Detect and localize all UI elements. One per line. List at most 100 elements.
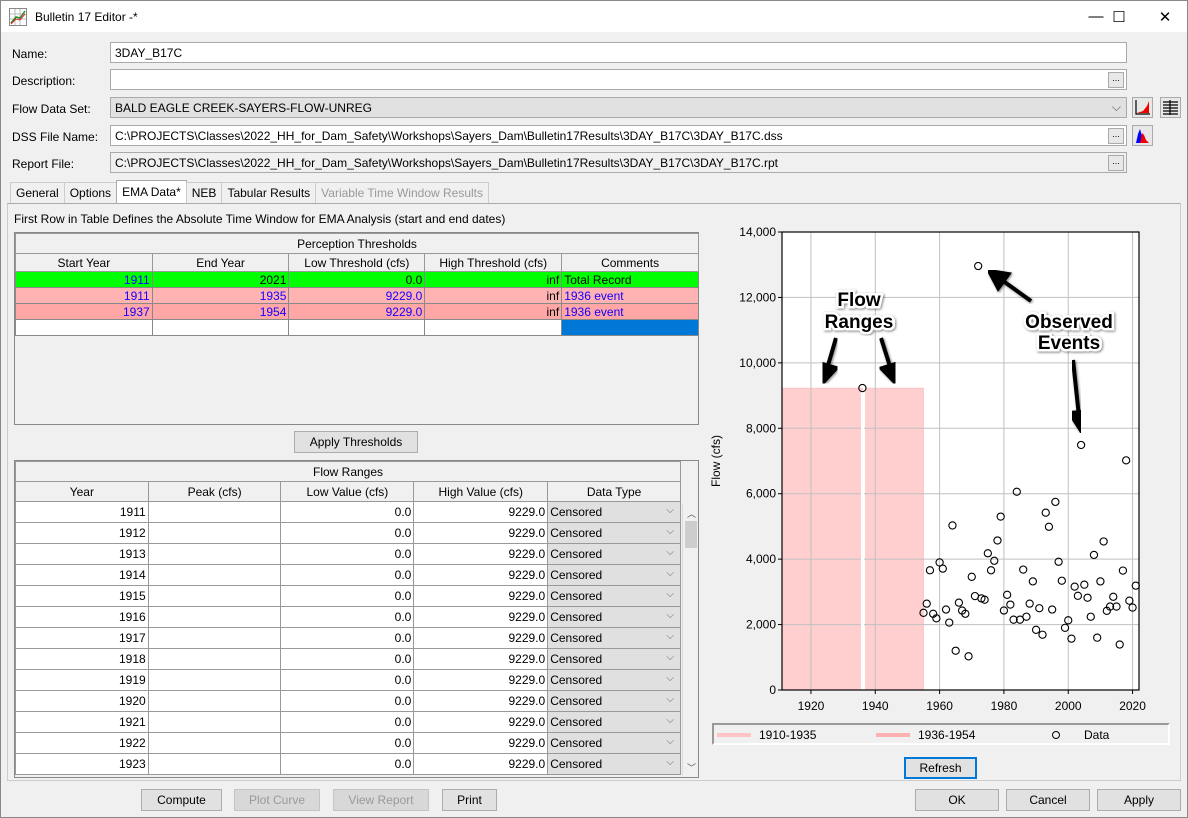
dss-plot-button[interactable] bbox=[1132, 125, 1153, 146]
high-value-cell[interactable]: 9229.0 bbox=[413, 585, 549, 607]
high-value-cell[interactable]: 9229.0 bbox=[413, 669, 549, 691]
year-cell[interactable]: 1913 bbox=[15, 543, 149, 565]
tab-options[interactable]: Options bbox=[63, 182, 118, 203]
tab-tabular-results[interactable]: Tabular Results bbox=[221, 182, 317, 203]
column-header[interactable]: Comments bbox=[561, 253, 699, 272]
peak-cell[interactable] bbox=[147, 711, 282, 733]
selected-cell[interactable] bbox=[561, 319, 699, 336]
comment-cell[interactable]: 1936 event bbox=[561, 303, 699, 320]
high-value-cell[interactable]: 9229.0 bbox=[413, 627, 549, 649]
apply-thresholds-button[interactable]: Apply Thresholds bbox=[294, 431, 418, 453]
table-row-empty[interactable] bbox=[15, 319, 699, 336]
high-value-cell[interactable]: 9229.0 bbox=[413, 711, 549, 733]
high-value-cell[interactable]: 9229.0 bbox=[413, 753, 549, 775]
data-type-dropdown[interactable]: Censored ⌵ bbox=[547, 690, 681, 712]
print-button[interactable]: Print bbox=[442, 789, 497, 811]
tab-general[interactable]: General bbox=[10, 182, 65, 203]
peak-cell[interactable] bbox=[147, 606, 282, 628]
data-type-dropdown[interactable]: Censored ⌵ bbox=[547, 627, 681, 649]
table-row[interactable]: 1923 0.0 9229.0 Censored ⌵ bbox=[15, 753, 681, 775]
year-cell[interactable]: 1923 bbox=[15, 753, 149, 775]
low-threshold-cell[interactable]: 9229.0 bbox=[288, 287, 426, 304]
flow-table-scrollbar[interactable]: ︿ ﹀ bbox=[682, 504, 698, 777]
high-value-cell[interactable]: 9229.0 bbox=[413, 522, 549, 544]
table-row[interactable]: 1912 0.0 9229.0 Censored ⌵ bbox=[15, 522, 681, 544]
table-row[interactable]: 1922 0.0 9229.0 Censored ⌵ bbox=[15, 732, 681, 754]
peak-cell[interactable] bbox=[147, 543, 282, 565]
high-value-cell[interactable]: 9229.0 bbox=[413, 648, 549, 670]
peak-cell[interactable] bbox=[147, 669, 282, 691]
low-value-cell[interactable]: 0.0 bbox=[280, 585, 415, 607]
low-value-cell[interactable]: 0.0 bbox=[280, 564, 415, 586]
column-header[interactable]: High Value (cfs) bbox=[413, 481, 549, 502]
low-value-cell[interactable]: 0.0 bbox=[280, 732, 415, 754]
peak-cell[interactable] bbox=[147, 753, 282, 775]
empty-cell[interactable] bbox=[15, 319, 153, 336]
close-button[interactable]: ✕ bbox=[1142, 1, 1188, 32]
table-row[interactable]: 1916 0.0 9229.0 Censored ⌵ bbox=[15, 606, 681, 628]
table-row[interactable]: 1920 0.0 9229.0 Censored ⌵ bbox=[15, 690, 681, 712]
scroll-down-icon[interactable]: ﹀ bbox=[687, 761, 696, 774]
year-cell[interactable]: 1918 bbox=[15, 648, 149, 670]
column-header[interactable]: Year bbox=[15, 481, 149, 502]
description-browse-button[interactable]: ... bbox=[1108, 72, 1124, 88]
table-row[interactable]: 1917 0.0 9229.0 Censored ⌵ bbox=[15, 627, 681, 649]
data-type-dropdown[interactable]: Censored ⌵ bbox=[547, 585, 681, 607]
end-year-cell[interactable]: 2021 bbox=[151, 271, 290, 288]
high-threshold-cell[interactable]: inf bbox=[424, 287, 563, 304]
report-browse-button[interactable]: ... bbox=[1108, 155, 1124, 171]
year-cell[interactable]: 1917 bbox=[15, 627, 149, 649]
low-value-cell[interactable]: 0.0 bbox=[280, 501, 415, 523]
table-row[interactable]: 1937 1954 9229.0 inf 1936 event bbox=[15, 303, 699, 320]
end-year-cell[interactable]: 1954 bbox=[151, 303, 290, 320]
year-cell[interactable]: 1914 bbox=[15, 564, 149, 586]
low-threshold-cell[interactable]: 0.0 bbox=[288, 271, 426, 288]
table-row[interactable]: 1921 0.0 9229.0 Censored ⌵ bbox=[15, 711, 681, 733]
end-year-cell[interactable]: 1935 bbox=[151, 287, 290, 304]
peak-cell[interactable] bbox=[147, 522, 282, 544]
maximize-button[interactable]: ☐ bbox=[1096, 1, 1142, 32]
peak-cell[interactable] bbox=[147, 585, 282, 607]
table-row[interactable]: 1919 0.0 9229.0 Censored ⌵ bbox=[15, 669, 681, 691]
tab-neb[interactable]: NEB bbox=[185, 182, 223, 203]
year-cell[interactable]: 1920 bbox=[15, 690, 149, 712]
column-header[interactable]: High Threshold (cfs) bbox=[424, 253, 563, 272]
column-header[interactable]: Data Type bbox=[547, 481, 681, 502]
peak-cell[interactable] bbox=[147, 732, 282, 754]
scrollbar-thumb[interactable] bbox=[685, 521, 697, 548]
column-header[interactable]: Low Value (cfs) bbox=[280, 481, 415, 502]
low-value-cell[interactable]: 0.0 bbox=[280, 543, 415, 565]
scroll-up-icon[interactable]: ︿ bbox=[687, 507, 696, 520]
refresh-button[interactable]: Refresh bbox=[904, 757, 977, 779]
apply-button[interactable]: Apply bbox=[1097, 789, 1181, 811]
column-header[interactable]: End Year bbox=[151, 253, 290, 272]
high-value-cell[interactable]: 9229.0 bbox=[413, 564, 549, 586]
data-type-dropdown[interactable]: Censored ⌵ bbox=[547, 669, 681, 691]
high-value-cell[interactable]: 9229.0 bbox=[413, 690, 549, 712]
table-row[interactable]: 1911 0.0 9229.0 Censored ⌵ bbox=[15, 501, 681, 523]
table-row[interactable]: 1918 0.0 9229.0 Censored ⌵ bbox=[15, 648, 681, 670]
name-input[interactable]: 3DAY_B17C bbox=[110, 42, 1127, 63]
description-input[interactable] bbox=[110, 69, 1127, 90]
dss-file-input[interactable]: C:\PROJECTS\Classes\2022_HH_for_Dam_Safe… bbox=[110, 125, 1127, 146]
empty-cell[interactable] bbox=[151, 319, 290, 336]
plot-frequency-button[interactable] bbox=[1132, 97, 1153, 118]
column-header[interactable]: Low Threshold (cfs) bbox=[288, 253, 426, 272]
data-type-dropdown[interactable]: Censored ⌵ bbox=[547, 711, 681, 733]
start-year-cell[interactable]: 1911 bbox=[15, 287, 153, 304]
comment-cell[interactable]: Total Record bbox=[561, 271, 699, 288]
year-cell[interactable]: 1922 bbox=[15, 732, 149, 754]
plot-curve-button[interactable]: Plot Curve bbox=[234, 789, 320, 811]
table-row[interactable]: 1913 0.0 9229.0 Censored ⌵ bbox=[15, 543, 681, 565]
data-type-dropdown[interactable]: Censored ⌵ bbox=[547, 606, 681, 628]
column-header[interactable]: Start Year bbox=[15, 253, 153, 272]
high-value-cell[interactable]: 9229.0 bbox=[413, 606, 549, 628]
table-row[interactable]: 1914 0.0 9229.0 Censored ⌵ bbox=[15, 564, 681, 586]
dss-browse-button[interactable]: ... bbox=[1108, 128, 1124, 144]
peak-cell[interactable] bbox=[147, 648, 282, 670]
year-cell[interactable]: 1919 bbox=[15, 669, 149, 691]
year-cell[interactable]: 1921 bbox=[15, 711, 149, 733]
data-type-dropdown[interactable]: Censored ⌵ bbox=[547, 543, 681, 565]
low-value-cell[interactable]: 0.0 bbox=[280, 711, 415, 733]
data-type-dropdown[interactable]: Censored ⌵ bbox=[547, 753, 681, 775]
